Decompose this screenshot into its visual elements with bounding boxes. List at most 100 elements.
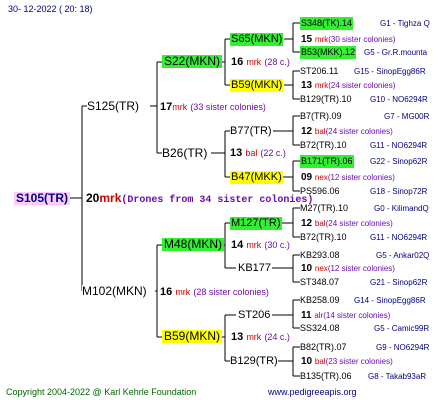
pedigree-diagram: { "header": { "date": "30- 12-2022 ( 20:… <box>0 0 440 400</box>
b171-src: G22 - Sinop62R <box>370 157 428 166</box>
s125-mrk: mrk <box>172 102 188 112</box>
ps596-id[interactable]: PS596.06 <box>300 185 340 198</box>
b59a-mrk: mrk <box>314 81 329 90</box>
m102-info: 16 mrk (28 sister colonies) <box>160 286 269 299</box>
b77-note: (24 sister colonies) <box>325 127 393 136</box>
root-queen-id[interactable]: S105(TR) <box>14 192 71 205</box>
b26-note: (22 c.) <box>260 148 286 158</box>
b135-src: G8 - Takab93aR <box>368 372 427 381</box>
root-note: (Drones from 34 sister colonies) <box>121 195 314 206</box>
b77-num: 12 <box>301 126 313 137</box>
b47-mrk: nex <box>314 173 328 182</box>
b59b-note: (24 c.) <box>264 332 290 342</box>
st348-src: G21 - Sinop62R <box>370 278 428 287</box>
s125-num: 17 <box>160 101 173 113</box>
st206a-id[interactable]: ST206.11 <box>300 65 338 78</box>
b59a-note: (24 sister colonies) <box>328 81 396 90</box>
b59a-info: 13 mrk(24 sister colonies) <box>301 79 395 92</box>
ps596-src: G18 - Sinop72R <box>370 187 428 196</box>
m48-num: 14 <box>231 239 244 251</box>
s65-num: 15 <box>301 34 313 45</box>
b135-id[interactable]: B135(TR).06 <box>300 370 352 383</box>
b47-id[interactable]: B47(MKK) <box>230 171 283 184</box>
copyright-text: Copyright 2004-2022 @ Karl Kehrle Founda… <box>6 387 197 397</box>
s22-id[interactable]: S22(MKN) <box>162 55 223 68</box>
b26-num: 13 <box>230 147 243 159</box>
kb293-src: G5 - Ankar02Q <box>376 251 430 260</box>
b59b-id[interactable]: B59(MKN) <box>162 330 223 343</box>
generated-date: 30- 12-2022 ( 20: 18) <box>8 4 93 14</box>
b129b-num: 10 <box>301 356 313 367</box>
kb258-src: G14 - SinopEgg86R <box>354 296 426 305</box>
m127-note: (24 sister colonies) <box>325 219 393 228</box>
b53-id[interactable]: B53(MKK).12 <box>300 46 357 59</box>
b26-id[interactable]: B26(TR) <box>162 147 207 160</box>
kb258-id[interactable]: KB258.09 <box>300 294 340 307</box>
b47-info: 09 nex(12 sister colonies) <box>301 171 395 184</box>
m102-num: 16 <box>160 286 173 298</box>
b72a-src: G11 - NO6294R <box>370 141 428 150</box>
s65-id[interactable]: S65(MKN) <box>230 33 284 46</box>
st206b-id[interactable]: ST206 <box>238 309 270 322</box>
b72b-id[interactable]: B72(TR).10 <box>300 231 347 244</box>
b59b-num: 13 <box>231 331 244 343</box>
b53-src: G5 - Gr.R.mounta <box>364 48 428 57</box>
m127-num: 12 <box>301 218 313 229</box>
m102-id[interactable]: M102(MKN) <box>82 285 147 298</box>
b26-mrk: bal <box>245 148 258 158</box>
s125-info: 17mrk (33 sister colonies) <box>160 101 266 114</box>
b82-src: G9 - NO6294R <box>376 343 430 352</box>
s348-id[interactable]: S348(TK).14 <box>300 17 354 30</box>
m48-note: (30 c.) <box>264 240 290 250</box>
b77-mrk: bal <box>314 127 326 136</box>
b7-src: G7 - MG00R <box>384 112 430 121</box>
kb293-id[interactable]: KB293.08 <box>300 249 340 262</box>
s125-id[interactable]: S125(TR) <box>87 100 139 113</box>
b77-id[interactable]: B77(TR) <box>230 125 272 138</box>
m48-info: 14 mrk (30 c.) <box>231 239 290 252</box>
kb177-id[interactable]: KB177 <box>238 262 271 275</box>
st206a-src: G15 - SinopEgg86R <box>354 67 426 76</box>
website-link[interactable]: www.pedigreeapis.org <box>268 386 357 399</box>
b59a-num: 13 <box>301 80 313 91</box>
kb177-info: 10 nex(12 sister colonies) <box>301 262 395 275</box>
ss324-src: G5 - Camic99R <box>374 324 430 333</box>
b129a-id[interactable]: B129(TR).10 <box>300 93 352 106</box>
st206b-mrk: alr <box>314 311 324 320</box>
m27-id[interactable]: M27(TR).10 <box>300 202 348 215</box>
b129b-id[interactable]: B129(TR) <box>230 355 278 368</box>
s22-mrk: mrk <box>246 57 262 67</box>
m102-note: (28 sister colonies) <box>193 287 269 297</box>
m48-mrk: mrk <box>246 240 262 250</box>
m27-src: G0 - KilimandQ <box>374 204 429 213</box>
s65-mrk: mrk <box>314 35 329 44</box>
b72a-id[interactable]: B72(TR).10 <box>300 139 347 152</box>
st206b-num: 11 <box>301 310 312 321</box>
s22-num: 16 <box>231 56 244 68</box>
root-num: 20 <box>86 191 100 205</box>
s22-info: 16 mrk (28 c.) <box>231 56 290 69</box>
st348-id[interactable]: ST348.07 <box>300 276 339 289</box>
b47-note: (12 sister colonies) <box>327 173 395 182</box>
s22-note: (28 c.) <box>264 57 290 67</box>
b129b-info: 10 bal(23 sister colonies) <box>301 355 393 368</box>
b59a-id[interactable]: B59(MKN) <box>230 79 284 92</box>
b77-info: 12 bal(24 sister colonies) <box>301 125 393 138</box>
root-mrk: mrk <box>99 191 122 205</box>
b129b-mrk: bal <box>314 357 326 366</box>
b72b-src: G11 - NO6294R <box>370 233 428 242</box>
s65-info: 15 mrk(30 sister colonies) <box>301 33 395 46</box>
b82-id[interactable]: B82(TR).07 <box>300 341 347 354</box>
m102-mrk: mrk <box>175 287 191 297</box>
b7-id[interactable]: B7(TR).09 <box>300 110 342 123</box>
m127-mrk: bal <box>314 219 326 228</box>
b59b-mrk: mrk <box>246 332 262 342</box>
ss324-id[interactable]: SS324.08 <box>300 322 340 335</box>
m127-id[interactable]: M127(TR) <box>230 217 282 230</box>
m48-id[interactable]: M48(MKN) <box>162 238 225 251</box>
b129a-src: G10 - NO6294R <box>370 95 428 104</box>
kb177-num: 10 <box>301 263 313 274</box>
b171-id[interactable]: B171(TR).06 <box>300 155 354 168</box>
b47-num: 09 <box>301 172 313 183</box>
root-info: 20mrk(Drones from 34 sister colonies) <box>86 192 313 207</box>
